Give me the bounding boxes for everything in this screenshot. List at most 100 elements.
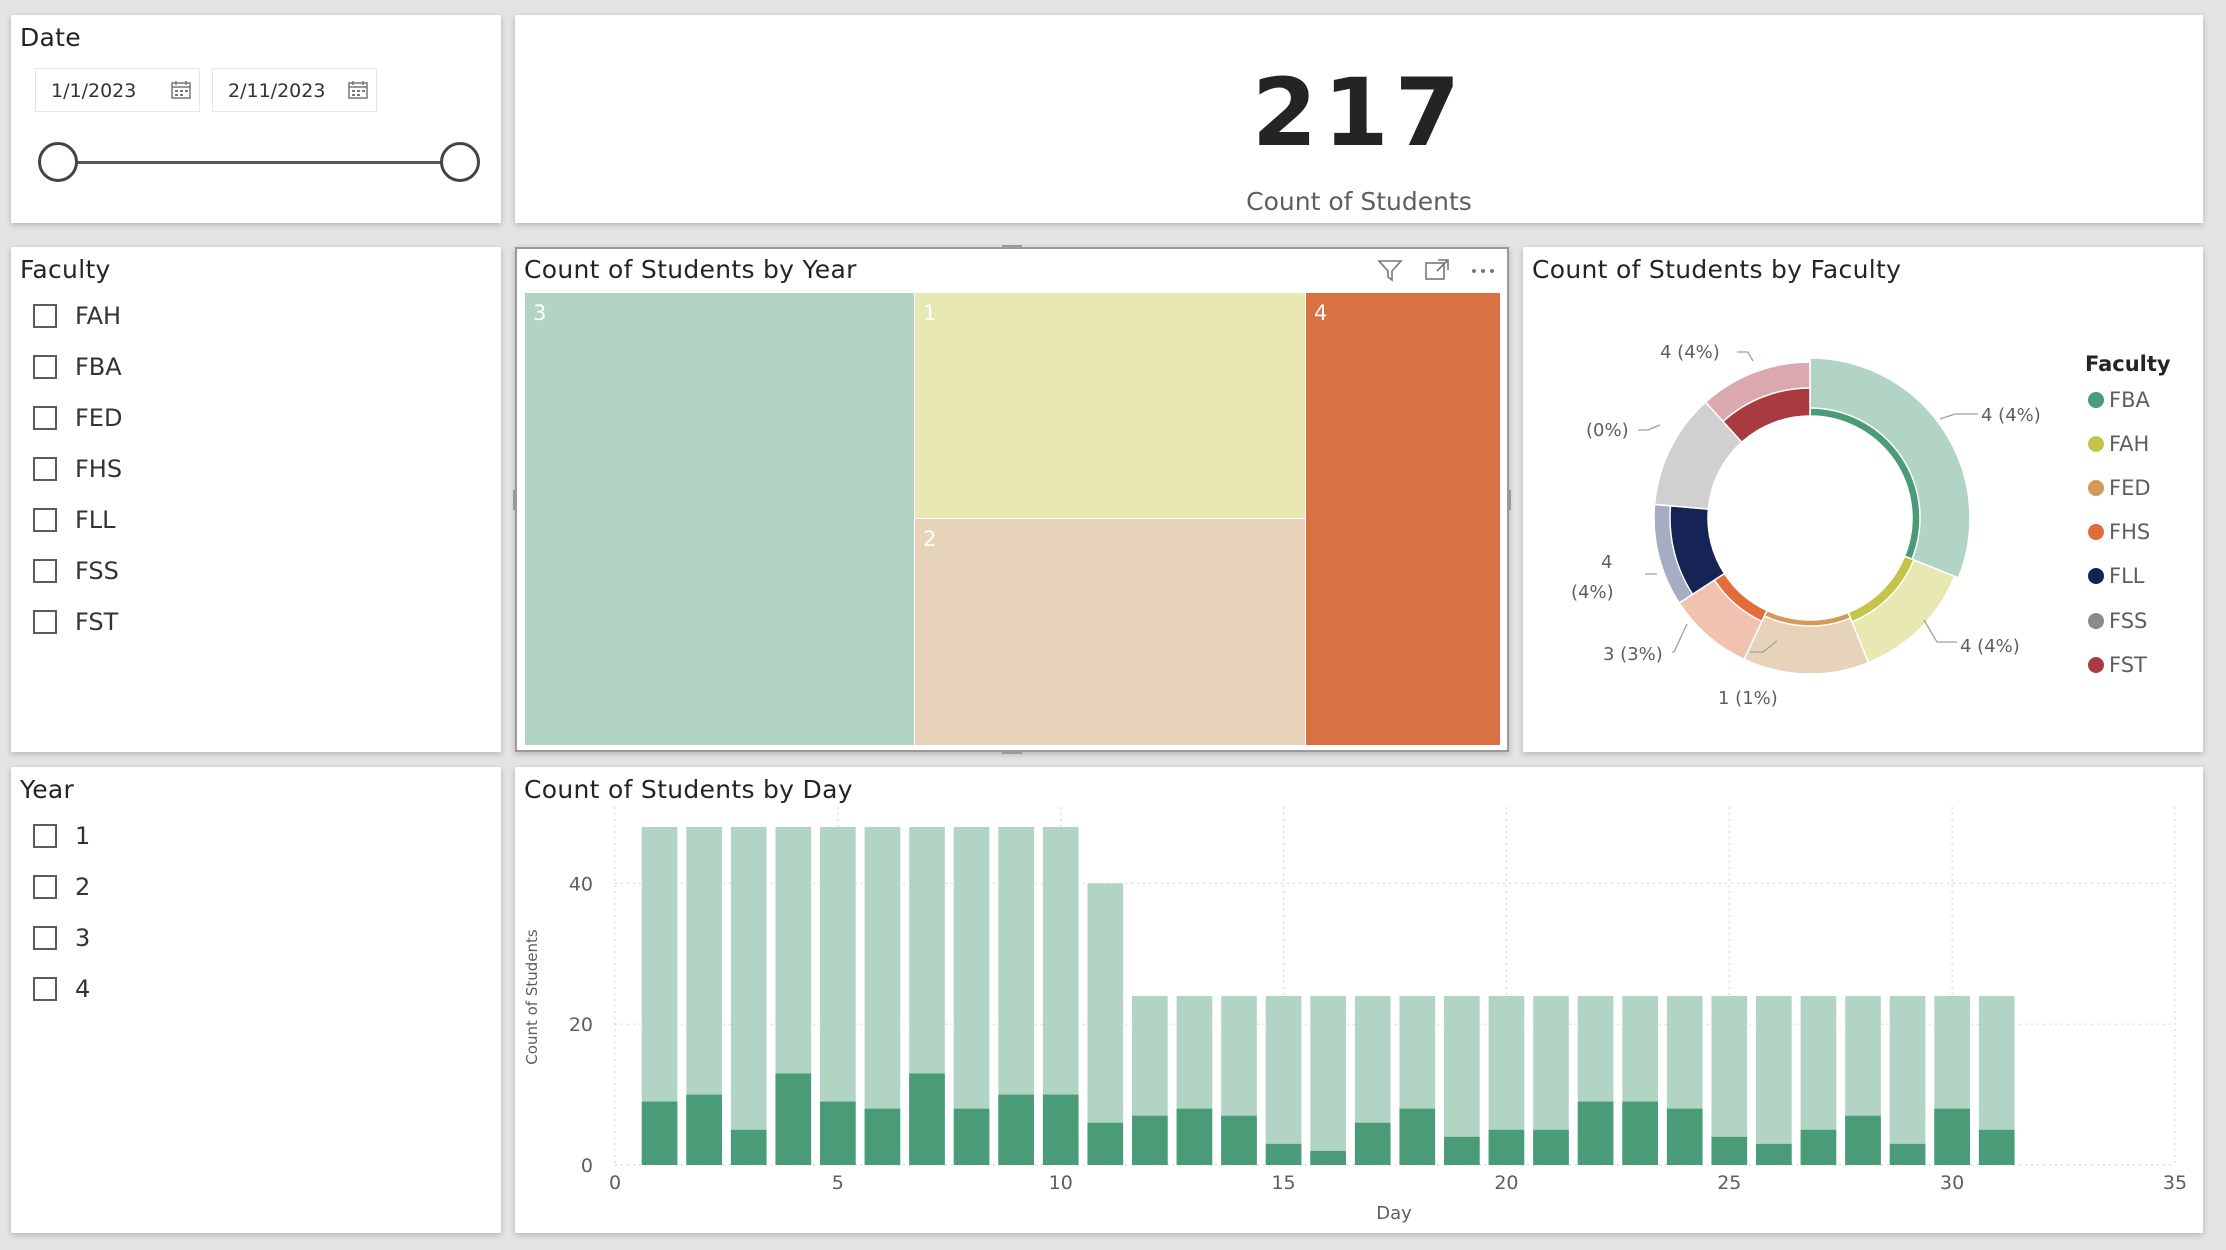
checkbox[interactable] [33,304,57,328]
bar-segment[interactable] [1889,1143,1926,1165]
bar-segment[interactable] [1221,1115,1257,1165]
date-range-start-handle[interactable] [38,142,78,182]
bar-segment[interactable] [1800,1129,1837,1165]
bar-segment[interactable] [1042,1094,1079,1165]
bar-segment[interactable] [1711,1136,1748,1165]
checkbox[interactable] [33,508,57,532]
bar-segment[interactable] [953,1108,990,1165]
bar-segment[interactable] [1577,1101,1614,1165]
donut-rings[interactable] [1653,357,1971,675]
bar-segment[interactable] [909,1073,945,1165]
legend-item[interactable]: FAH [2088,431,2149,457]
legend-dot [2088,568,2104,584]
filter-icon[interactable] [1375,255,1405,285]
date-range-end-handle[interactable] [440,142,480,182]
bar-total[interactable] [1310,996,1346,1165]
legend-item[interactable]: FSS [2088,608,2147,634]
treemap-cell-year-3[interactable]: 3 [525,293,914,745]
bar-segment[interactable] [1176,1108,1213,1165]
faculty-slicer: Faculty FAH FBA FED FHS FLL FSS FST [11,247,501,752]
bar-segment[interactable] [1845,1115,1881,1165]
faculty-option[interactable]: FLL [33,505,116,535]
faculty-option-label: FBA [75,353,122,381]
faculty-option[interactable]: FED [33,403,122,433]
calendar-icon[interactable] [348,81,368,99]
resize-handle-bottom[interactable] [1002,750,1022,754]
faculty-option[interactable]: FBA [33,352,122,382]
bar-total[interactable] [730,827,767,1165]
bar-segment[interactable] [1087,1122,1124,1165]
faculty-option-label: FSS [75,557,119,585]
legend-item[interactable]: FED [2088,475,2151,501]
bar-segment[interactable] [1488,1129,1525,1165]
bar-segment[interactable] [1265,1143,1302,1165]
bar-total[interactable] [1889,996,1926,1165]
day-bar-chart-card: Count of Students by Day 0 20 40 0 5 10 15 20 25… [515,767,2203,1233]
focus-mode-icon[interactable] [1422,255,1452,285]
resize-handle-top[interactable] [1002,245,1022,249]
checkbox[interactable] [33,406,57,430]
bar-segment[interactable] [1399,1108,1436,1165]
faculty-option[interactable]: FAH [33,301,121,331]
checkbox[interactable] [33,824,57,848]
checkbox[interactable] [33,559,57,583]
year-option[interactable]: 4 [33,974,90,1004]
bar-segment[interactable] [641,1101,678,1165]
bar-segment[interactable] [686,1094,722,1165]
faculty-option-label: FST [75,608,119,636]
more-options-icon[interactable] [1468,255,1498,285]
bar-segment[interactable] [1978,1129,2015,1165]
bar-segment[interactable] [1444,1136,1480,1165]
faculty-option[interactable]: FSS [33,556,119,586]
faculty-option-label: FED [75,404,123,432]
legend-dot [2088,613,2104,629]
bar-segment[interactable] [1666,1108,1703,1165]
faculty-option[interactable]: FHS [33,454,122,484]
end-date-input[interactable]: 2/11/2023 [212,68,377,112]
year-option[interactable]: 3 [33,923,90,953]
treemap-cell-year-2[interactable]: 2 [915,519,1305,745]
bar-segment[interactable] [1354,1122,1391,1165]
start-date-input[interactable]: 1/1/2023 [35,68,200,112]
bar-segment[interactable] [1533,1129,1569,1165]
calendar-icon[interactable] [171,81,191,99]
treemap-cell-year-1[interactable]: 1 [915,293,1305,518]
year-option[interactable]: 2 [33,872,90,902]
checkbox[interactable] [33,610,57,634]
bar-total[interactable] [1265,996,1302,1165]
bar-segment[interactable] [1756,1143,1792,1165]
legend-item[interactable]: FBA [2088,387,2150,413]
bar-segment[interactable] [864,1108,901,1165]
day-bar-chart: 0 20 40 0 5 10 15 20 25 30 35 Day Count of Student… [523,807,2187,1224]
resize-handle-left[interactable] [513,490,517,510]
checkbox[interactable] [33,457,57,481]
checkbox[interactable] [33,875,57,899]
date-slicer-title: Date [20,23,81,52]
bar-total[interactable] [1756,996,1792,1165]
donut-segment-fba[interactable] [1809,357,1971,579]
legend-item[interactable]: FHS [2088,519,2150,545]
checkbox[interactable] [33,977,57,1001]
treemap-cell-year-4[interactable]: 4 [1306,293,1500,745]
bar-segment[interactable] [730,1129,767,1165]
bar-segment[interactable] [1622,1101,1658,1165]
x-tick-label: 30 [1940,1172,1964,1194]
kpi-card: 217 Count of Students [515,15,2203,223]
checkbox[interactable] [33,355,57,379]
bar-segment[interactable] [1132,1115,1168,1165]
legend-item[interactable]: FST [2088,652,2147,678]
bar-segment[interactable] [820,1101,856,1165]
date-range-slider-track[interactable] [59,161,471,164]
resize-handle-right[interactable] [1507,490,1511,510]
treemap-cell-label: 2 [923,527,937,551]
year-option[interactable]: 1 [33,821,90,851]
bar-segment[interactable] [998,1094,1034,1165]
bar-segment[interactable] [1934,1108,1970,1165]
legend-dot [2088,657,2104,673]
bar-segment[interactable] [1310,1150,1346,1165]
legend-item[interactable]: FLL [2088,563,2144,589]
y-tick-label: 0 [581,1155,593,1177]
faculty-option[interactable]: FST [33,607,118,637]
bar-segment[interactable] [775,1073,812,1165]
checkbox[interactable] [33,926,57,950]
